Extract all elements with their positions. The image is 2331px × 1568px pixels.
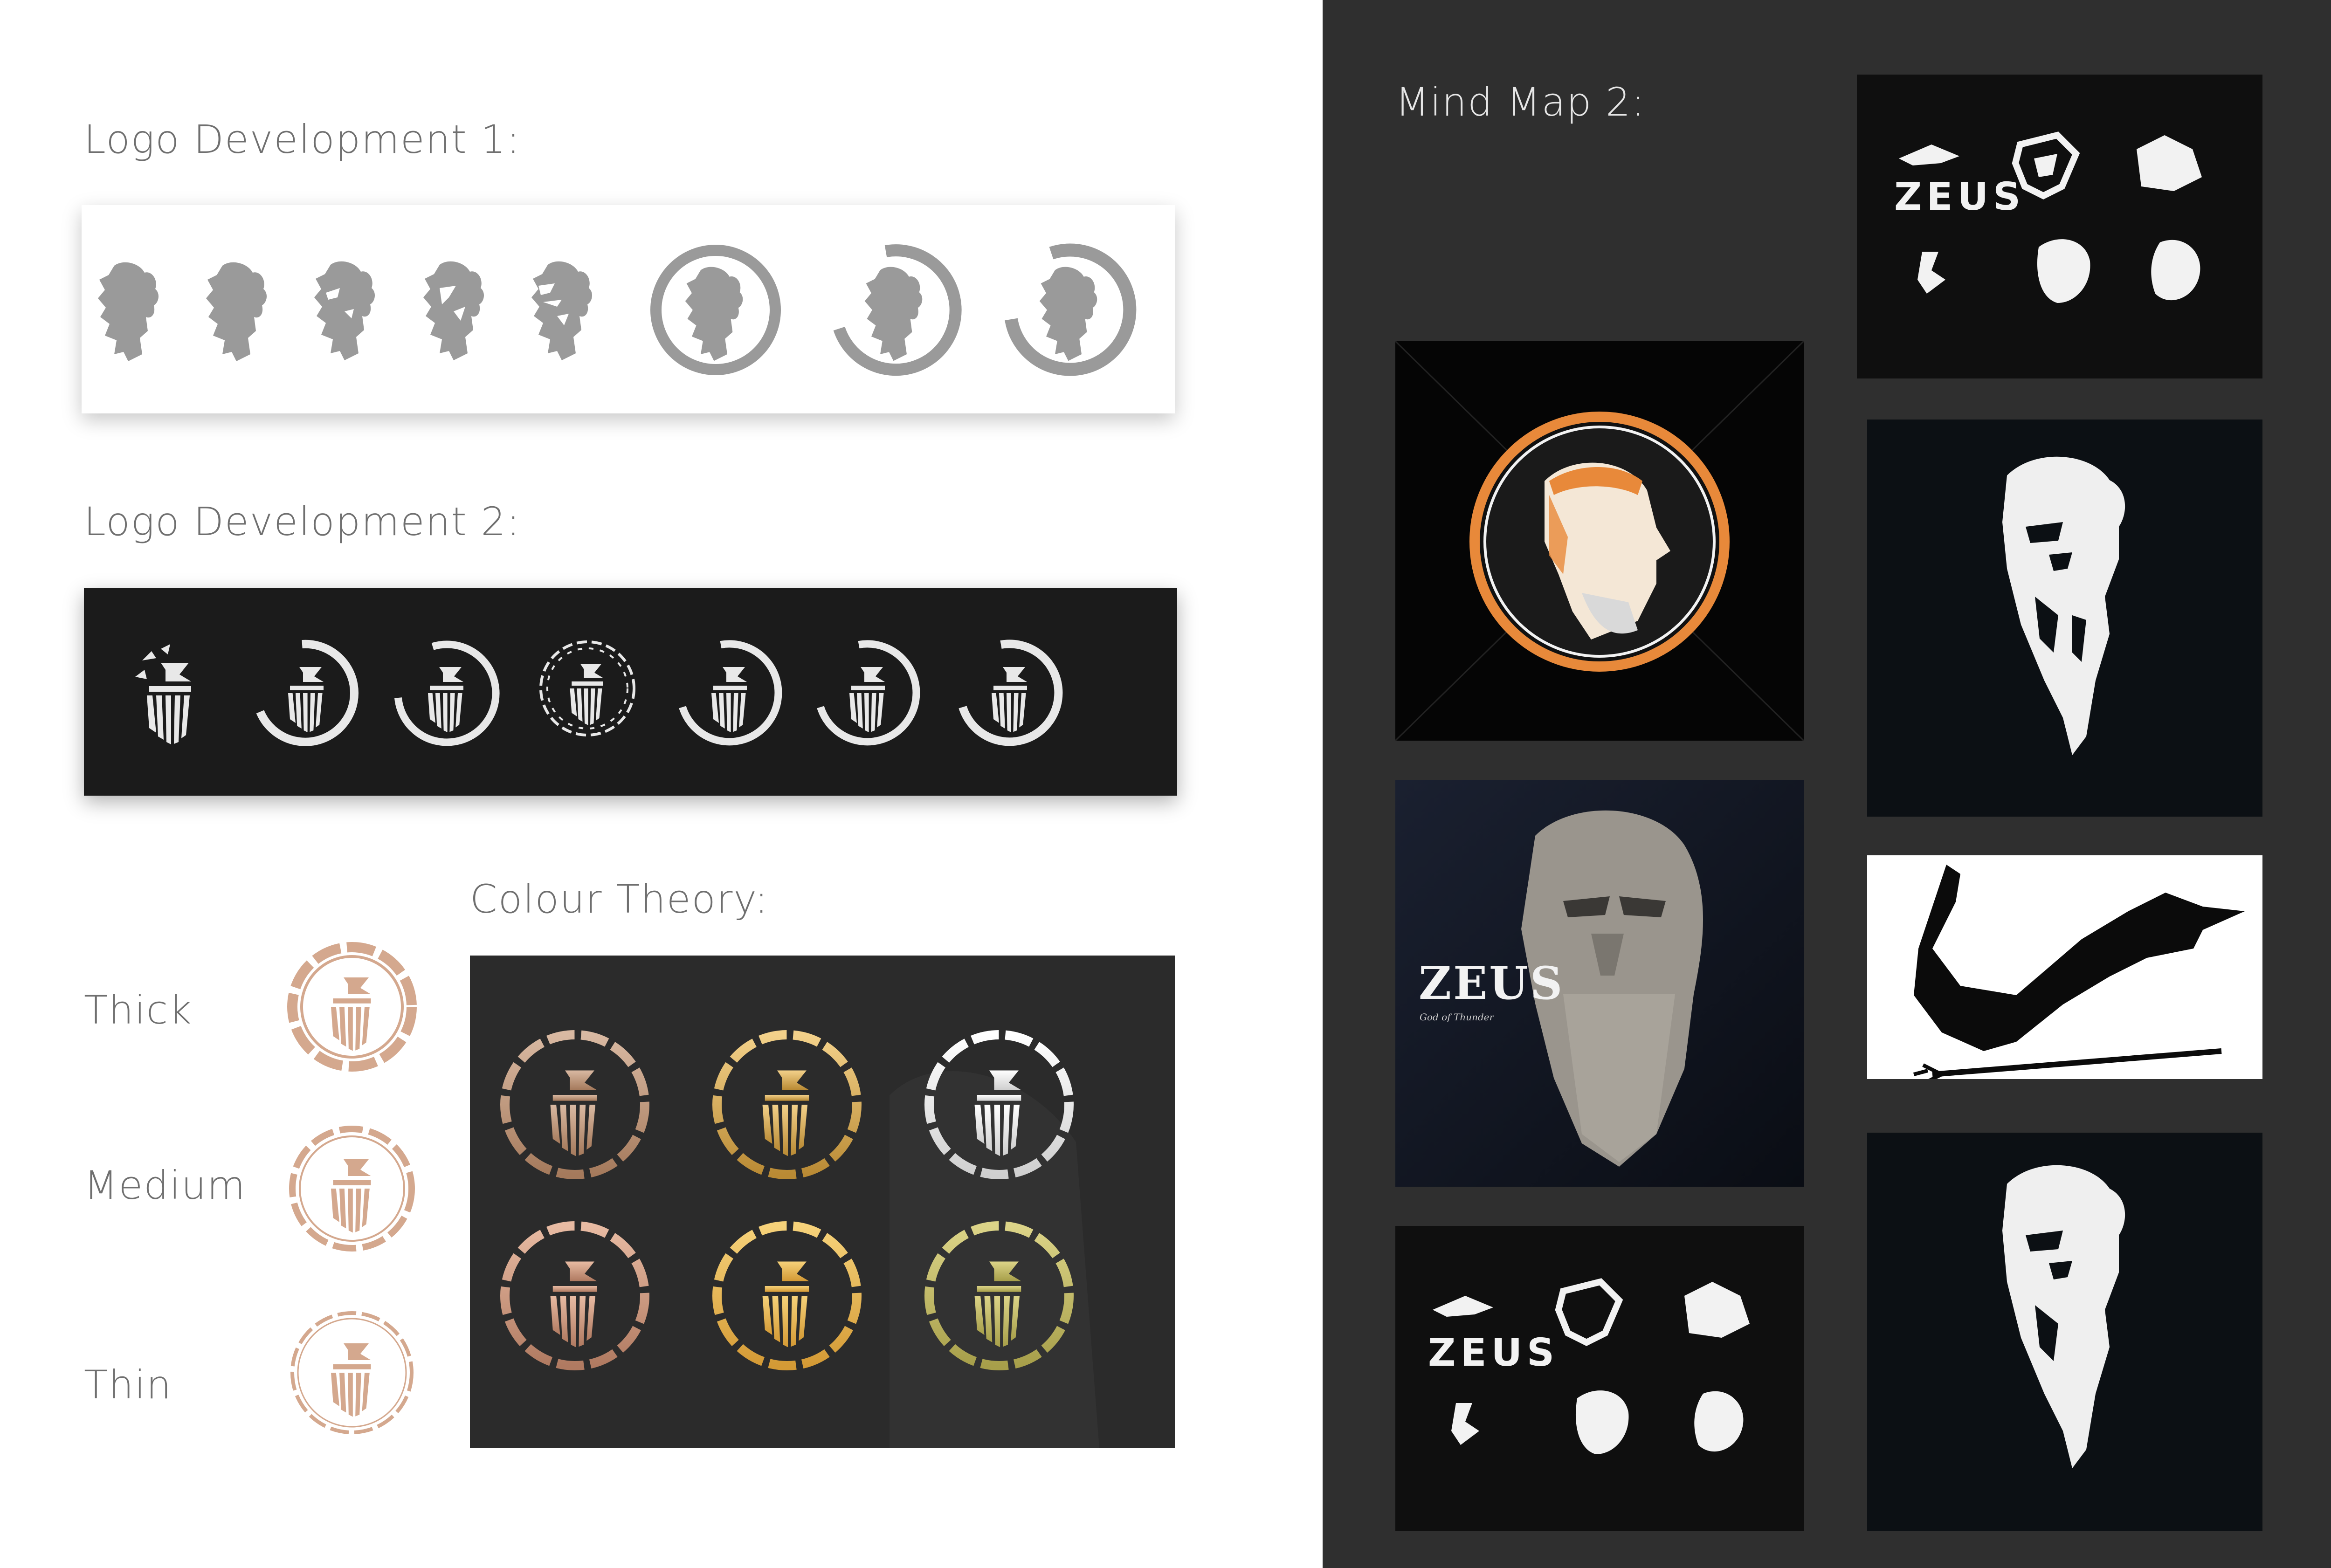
zeus-head-silhouette-icon <box>314 261 375 360</box>
zeus-geometric-circle-icon <box>959 640 1063 746</box>
zeus-circle-medium-icon <box>289 1126 415 1252</box>
weight-label-thin: Thin <box>84 1362 172 1408</box>
logo-dev-2-icons <box>135 640 1063 746</box>
zeus-geometric-head-icon <box>135 644 191 744</box>
zeus-head-silhouette-icon <box>98 262 159 361</box>
icon-grid-art-2: ZEUS <box>1428 1278 1750 1454</box>
zeus-geometric-circle-icon <box>394 640 500 746</box>
colour-variant-icons <box>500 1030 1099 1448</box>
zeus-medallion <box>1395 341 1804 741</box>
section-title-mind-map-2: Mind Map 2: <box>1395 79 1646 125</box>
zeus-head-circle-icon <box>1005 243 1137 376</box>
logo-dev-2-strip <box>84 588 1177 796</box>
zeus-head-circle-icon <box>833 244 962 376</box>
zeus-head-silhouette-icon <box>531 261 593 360</box>
zeus-geometric-circle-icon <box>817 640 920 746</box>
section-title-logo-dev-2: Logo Development 2: <box>84 499 521 544</box>
mood-card-icon-grid-top: ZEUS <box>1857 75 2262 378</box>
mood-card-medallion <box>1395 341 1804 741</box>
zeus-circle-thin-icon <box>290 1311 414 1434</box>
zeus-flying-figure <box>1913 865 2245 1079</box>
mind-map-panel: Mind Map 2: ZEUS ZEUS God of Thunder ZEU… <box>1323 0 2331 1568</box>
mood-card-icon-grid-bottom: ZEUS <box>1395 1226 1804 1531</box>
mood-card-stone-bust: ZEUS God of Thunder <box>1395 780 1804 1187</box>
zeus-head-silhouette-icon <box>206 262 267 361</box>
logo-dev-1-icons <box>98 243 1137 376</box>
zeus-poster-title: ZEUS <box>1419 957 1564 1010</box>
section-title-colour-theory: Colour Theory: <box>470 876 769 922</box>
colour-variant-gold2-icon <box>712 1221 862 1370</box>
zeus-head-silhouette-icon <box>423 261 484 360</box>
mood-card-head-silhouette-2 <box>1867 1133 2262 1531</box>
colour-variant-gold-icon <box>712 1030 862 1179</box>
zeus-geometric-circle-icon <box>256 640 359 746</box>
logo-dev-1-strip <box>82 205 1175 413</box>
zeus-stone-bust: ZEUS God of Thunder <box>1419 810 1703 1167</box>
zeus-head-art-2 <box>2002 1165 2125 1468</box>
zeus-wordmark: ZEUS <box>1894 175 2025 219</box>
colour-variant-bronze-icon <box>500 1030 649 1179</box>
colour-variant-rose-icon <box>500 1221 649 1370</box>
zeus-geometric-circle-icon <box>539 640 635 736</box>
zeus-wordmark-2: ZEUS <box>1428 1331 1559 1375</box>
mood-card-head-silhouette-1 <box>1867 420 2262 817</box>
weight-label-medium: Medium <box>84 1162 246 1208</box>
colour-theory-panel <box>470 956 1175 1448</box>
icon-grid-art: ZEUS <box>1894 131 2202 303</box>
weight-label-thick: Thick <box>84 987 193 1033</box>
weight-icons <box>287 942 417 1434</box>
zeus-circle-thick-icon <box>287 942 417 1072</box>
mood-card-flying-figure <box>1867 855 2262 1079</box>
zeus-head-circle-icon <box>650 245 781 375</box>
zeus-poster-subtitle: God of Thunder <box>1420 1011 1495 1023</box>
zeus-head-art-1 <box>2002 456 2125 755</box>
section-title-logo-dev-1: Logo Development 1: <box>84 117 521 162</box>
zeus-geometric-circle-icon <box>679 640 782 746</box>
